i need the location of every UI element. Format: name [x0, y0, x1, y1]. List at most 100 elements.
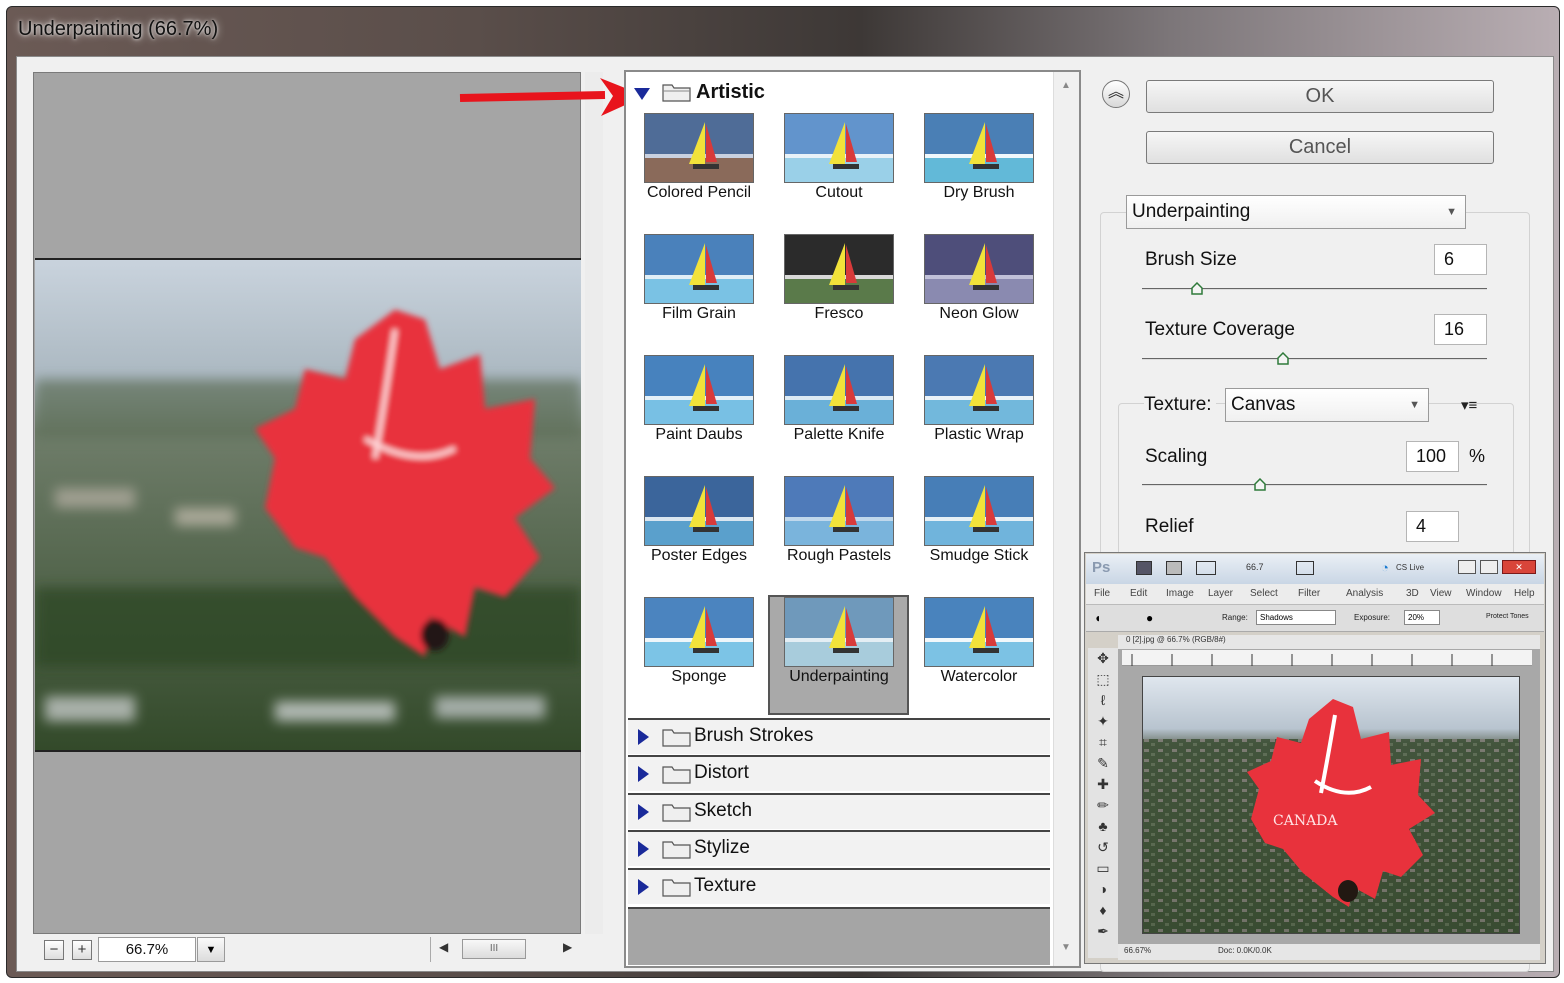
healing-tool-icon[interactable]: ✚ [1088, 774, 1118, 795]
preview-image[interactable] [35, 258, 581, 752]
arrange-icon[interactable] [1196, 561, 1216, 575]
marquee-tool-icon[interactable]: ⬚ [1088, 669, 1118, 690]
texture-menu-icon[interactable]: ▾≡ [1461, 396, 1477, 414]
filter-thumbnail-underpainting[interactable]: Underpainting [774, 593, 894, 709]
gallery-scrollbar[interactable]: ▲ ▼ [1053, 72, 1079, 966]
filter-thumbnail-smudge-stick[interactable]: Smudge Stick [914, 472, 1034, 588]
filter-label: Smudge Stick [929, 547, 1029, 564]
collapse-gallery-button[interactable]: ︽ [1102, 80, 1130, 108]
minimize-icon[interactable] [1458, 560, 1476, 574]
status-zoom[interactable]: 66.67% [1124, 946, 1151, 955]
filter-thumbnail-plastic-wrap[interactable]: Plastic Wrap [914, 351, 1034, 467]
brush-tool-icon[interactable]: ✏ [1088, 795, 1118, 816]
filter-thumbnail-rough-pastels[interactable]: Rough Pastels [774, 472, 894, 588]
crop-tool-icon[interactable]: ⌗ [1088, 732, 1118, 753]
filter-select[interactable]: Underpainting ▼ [1126, 195, 1466, 229]
mini-bridge-icon[interactable] [1166, 561, 1182, 575]
preview-vertical-scrollbar[interactable] [585, 72, 603, 934]
scaling-unit: % [1469, 446, 1486, 466]
filter-thumbnail-poster-edges[interactable]: Poster Edges [634, 472, 754, 588]
menu-item-help[interactable]: Help [1514, 588, 1535, 599]
exposure-input[interactable]: 20% [1404, 610, 1440, 625]
eraser-tool-icon[interactable]: ▭ [1088, 858, 1118, 879]
stamp-tool-icon[interactable]: ♣ [1088, 816, 1118, 837]
scroll-down-icon[interactable]: ▼ [1061, 942, 1071, 953]
menu-item-filter[interactable]: Filter [1298, 588, 1320, 599]
category-sketch[interactable]: Sketch [628, 793, 1050, 829]
filter-thumbnail-paint-daubs[interactable]: Paint Daubs [634, 351, 754, 467]
restore-icon[interactable] [1480, 560, 1498, 574]
scaling-slider-track[interactable] [1142, 484, 1487, 486]
cs-live-label[interactable]: CS Live [1396, 563, 1424, 572]
category-artistic-header[interactable]: Artistic [630, 78, 1050, 108]
screen-mode-icon[interactable] [1296, 561, 1314, 575]
close-icon[interactable]: ✕ [1502, 560, 1536, 574]
eyedropper-tool-icon[interactable]: ✎ [1088, 753, 1118, 774]
scroll-left-icon[interactable]: ◀ [439, 940, 448, 954]
collapsed-triangle-icon [638, 766, 649, 782]
filter-thumbnail-neon-glow[interactable]: Neon Glow [914, 230, 1034, 346]
zoom-dropdown-button[interactable]: ▼ [197, 937, 225, 962]
zoom-level-field[interactable]: 66.7% [98, 937, 196, 962]
menu-item-view[interactable]: View [1430, 588, 1452, 599]
chevron-down-icon: ▼ [1409, 399, 1420, 411]
filter-thumbnail-fresco[interactable]: Fresco [774, 230, 894, 346]
texture-coverage-slider-knob[interactable] [1276, 352, 1290, 366]
protect-tones-checkbox[interactable]: Protect Tones [1486, 613, 1529, 620]
photoshop-document-tab[interactable]: 0 [2].jpg @ 66.7% (RGB/8#) [1118, 635, 1540, 649]
zoom-out-button[interactable]: − [44, 940, 64, 960]
lasso-tool-icon[interactable]: ℓ [1088, 690, 1118, 711]
texture-select[interactable]: Canvas ▼ [1225, 388, 1429, 422]
quick-select-tool-icon[interactable]: ✦ [1088, 711, 1118, 732]
filter-preview-image [924, 234, 1034, 304]
filter-thumbnail-sponge[interactable]: Sponge [634, 593, 754, 709]
filter-thumbnail-dry-brush[interactable]: Dry Brush [914, 109, 1034, 225]
burn-tool-icon[interactable]: ◖ [1094, 611, 1101, 625]
menu-item-image[interactable]: Image [1166, 588, 1194, 599]
gradient-tool-icon[interactable]: ◑ [1088, 879, 1118, 900]
filter-label: Poster Edges [650, 547, 748, 564]
brush-size-slider-knob[interactable] [1190, 282, 1204, 296]
texture-coverage-input[interactable]: 16 [1434, 314, 1487, 345]
pen-tool-icon[interactable]: ✒ [1088, 921, 1118, 942]
zoom-in-button[interactable]: + [72, 940, 92, 960]
range-select[interactable]: Shadows [1256, 610, 1336, 625]
filter-thumbnail-film-grain[interactable]: Film Grain [634, 230, 754, 346]
photoshop-menubar: File Edit Image Layer Select Filter Analysis 3D… [1086, 584, 1544, 604]
scaling-input[interactable]: 100 [1406, 441, 1459, 472]
move-tool-icon[interactable]: ✥ [1088, 648, 1118, 669]
filter-thumbnail-watercolor[interactable]: Watercolor [914, 593, 1034, 709]
menu-item-analysis[interactable]: Analysis [1346, 588, 1383, 599]
bridge-icon[interactable] [1136, 561, 1152, 575]
scaling-slider-knob[interactable] [1253, 478, 1267, 492]
menu-item-select[interactable]: Select [1250, 588, 1278, 599]
scroll-thumb[interactable]: III [462, 939, 526, 959]
zoom-level-display[interactable]: 66.7 [1246, 562, 1264, 572]
scroll-up-icon[interactable]: ▲ [1061, 80, 1071, 91]
filter-select-value: Underpainting [1132, 201, 1251, 222]
cs-live-icon[interactable]: ◔ [1381, 560, 1389, 575]
brush-preset-icon[interactable]: ● [1146, 611, 1153, 625]
category-brush-strokes[interactable]: Brush Strokes [628, 718, 1050, 754]
menu-item-layer[interactable]: Layer [1208, 588, 1233, 599]
filter-label: Underpainting [789, 668, 889, 685]
category-texture[interactable]: Texture [628, 868, 1050, 904]
cancel-button[interactable]: Cancel [1146, 131, 1494, 164]
photoshop-canvas-image[interactable]: CANADA [1142, 676, 1520, 934]
texture-coverage-slider-track[interactable] [1142, 358, 1487, 360]
menu-item-file[interactable]: File [1094, 588, 1110, 599]
category-stylize[interactable]: Stylize [628, 830, 1050, 866]
relief-input[interactable]: 4 [1406, 511, 1459, 542]
filter-thumbnail-cutout[interactable]: Cutout [774, 109, 894, 225]
menu-item-edit[interactable]: Edit [1130, 588, 1147, 599]
filter-thumbnail-colored-pencil[interactable]: Colored Pencil [634, 109, 754, 225]
history-brush-tool-icon[interactable]: ↺ [1088, 837, 1118, 858]
menu-item-window[interactable]: Window [1466, 588, 1502, 599]
menu-item-3d[interactable]: 3D [1406, 588, 1419, 599]
ok-button[interactable]: OK [1146, 80, 1494, 113]
dodge-tool-icon[interactable]: ♦ [1088, 900, 1118, 921]
brush-size-input[interactable]: 6 [1434, 244, 1487, 275]
category-distort[interactable]: Distort [628, 755, 1050, 791]
scroll-right-icon[interactable]: ▶ [563, 940, 572, 954]
filter-thumbnail-palette-knife[interactable]: Palette Knife [774, 351, 894, 467]
